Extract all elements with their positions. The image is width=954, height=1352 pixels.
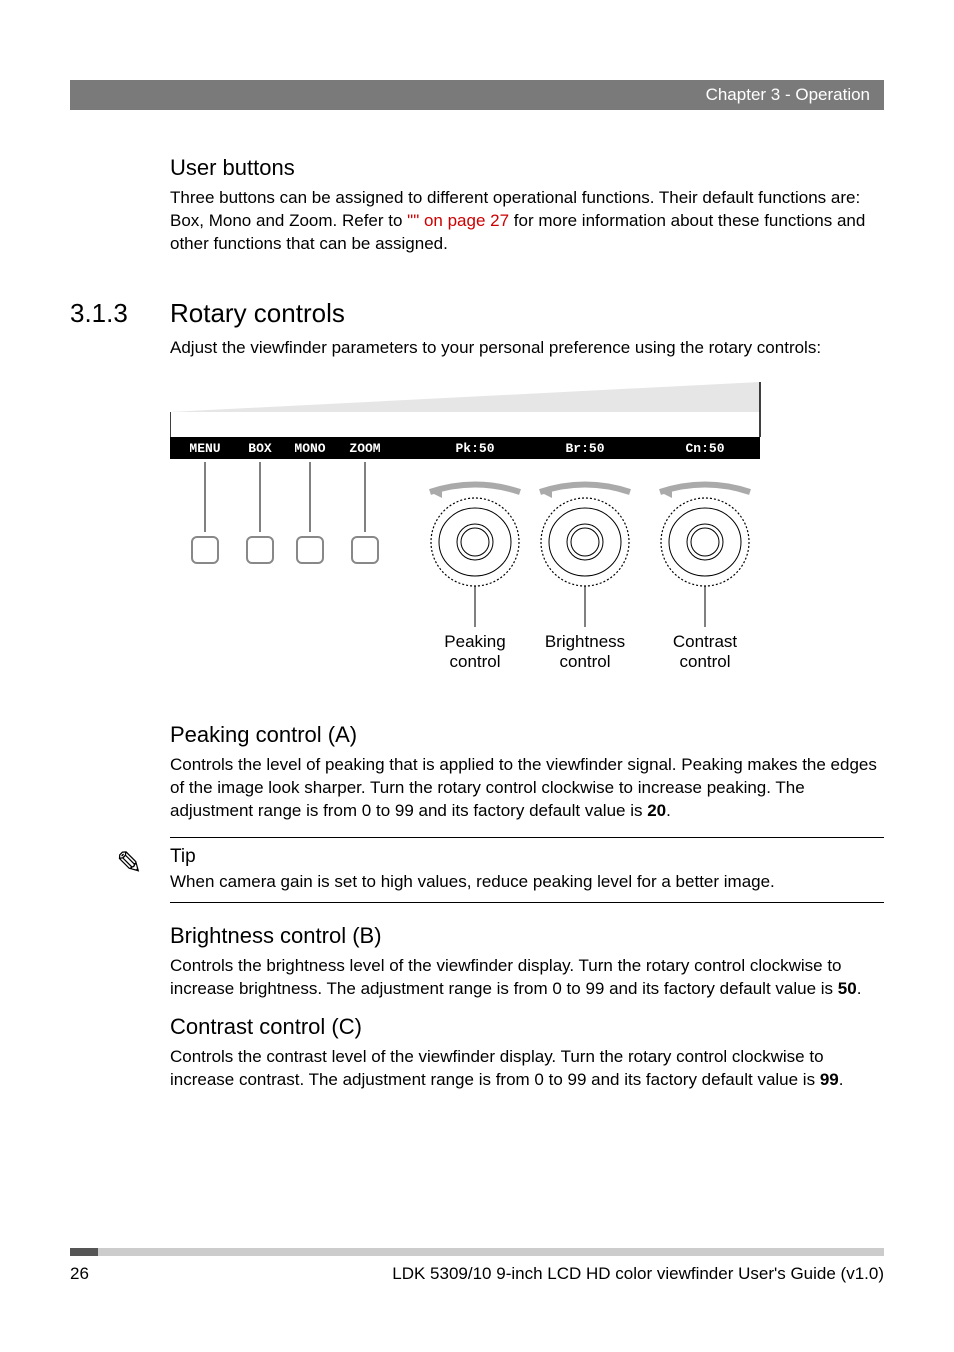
diagram-label-cn: Cn:50 xyxy=(685,441,724,456)
svg-text:control: control xyxy=(679,652,730,671)
knob-contrast: Contrast control xyxy=(660,484,750,671)
tip-block: ✎ Tip When camera gain is set to high va… xyxy=(170,837,884,903)
pencil-icon: ✎ xyxy=(116,844,143,882)
diagram-label-mono: MONO xyxy=(294,441,325,456)
section-heading-row: 3.1.3 Rotary controls xyxy=(70,298,884,329)
knob-brightness: Brightness control xyxy=(540,484,630,671)
cross-reference-link[interactable]: "" on page 27 xyxy=(407,211,509,230)
footer-stripe xyxy=(70,1248,884,1256)
peaking-para: Controls the level of peaking that is ap… xyxy=(170,754,884,823)
chapter-header: Chapter 3 - Operation xyxy=(70,80,884,110)
contrast-para: Controls the contrast level of the viewf… xyxy=(170,1046,884,1092)
brightness-para: Controls the brightness level of the vie… xyxy=(170,955,884,1001)
section-title: Rotary controls xyxy=(170,298,345,329)
user-buttons-heading: User buttons xyxy=(170,155,884,181)
user-buttons-para: Three buttons can be assigned to differe… xyxy=(170,187,884,256)
page-number: 26 xyxy=(70,1264,89,1284)
knob-peaking: Peaking control xyxy=(430,484,520,671)
svg-text:control: control xyxy=(449,652,500,671)
diagram-label-menu: MENU xyxy=(189,441,220,456)
svg-text:control: control xyxy=(559,652,610,671)
peaking-heading: Peaking control (A) xyxy=(170,722,884,748)
diagram-label-pk: Pk:50 xyxy=(455,441,494,456)
diagram-label-zoom: ZOOM xyxy=(349,441,380,456)
diagram-label-br: Br:50 xyxy=(565,441,604,456)
doc-title: LDK 5309/10 9-inch LCD HD color viewfind… xyxy=(392,1264,884,1284)
svg-text:Contrast: Contrast xyxy=(673,632,738,651)
chapter-label: Chapter 3 - Operation xyxy=(706,85,870,104)
contrast-heading: Contrast control (C) xyxy=(170,1014,884,1040)
diagram-label-box: BOX xyxy=(248,441,272,456)
page-content: User buttons Three buttons can be assign… xyxy=(70,155,884,1232)
page-footer: 26 LDK 5309/10 9-inch LCD HD color viewf… xyxy=(70,1248,884,1284)
section-number: 3.1.3 xyxy=(70,298,170,329)
svg-text:Brightness: Brightness xyxy=(545,632,625,651)
tip-body: When camera gain is set to high values, … xyxy=(170,872,884,892)
svg-text:Peaking: Peaking xyxy=(444,632,505,651)
rotary-controls-diagram: MENU BOX MONO ZOOM Pk:50 Br:50 Cn:50 xyxy=(170,382,884,692)
brightness-heading: Brightness control (B) xyxy=(170,923,884,949)
tip-title: Tip xyxy=(170,846,884,868)
rotary-intro: Adjust the viewfinder parameters to your… xyxy=(170,337,884,360)
